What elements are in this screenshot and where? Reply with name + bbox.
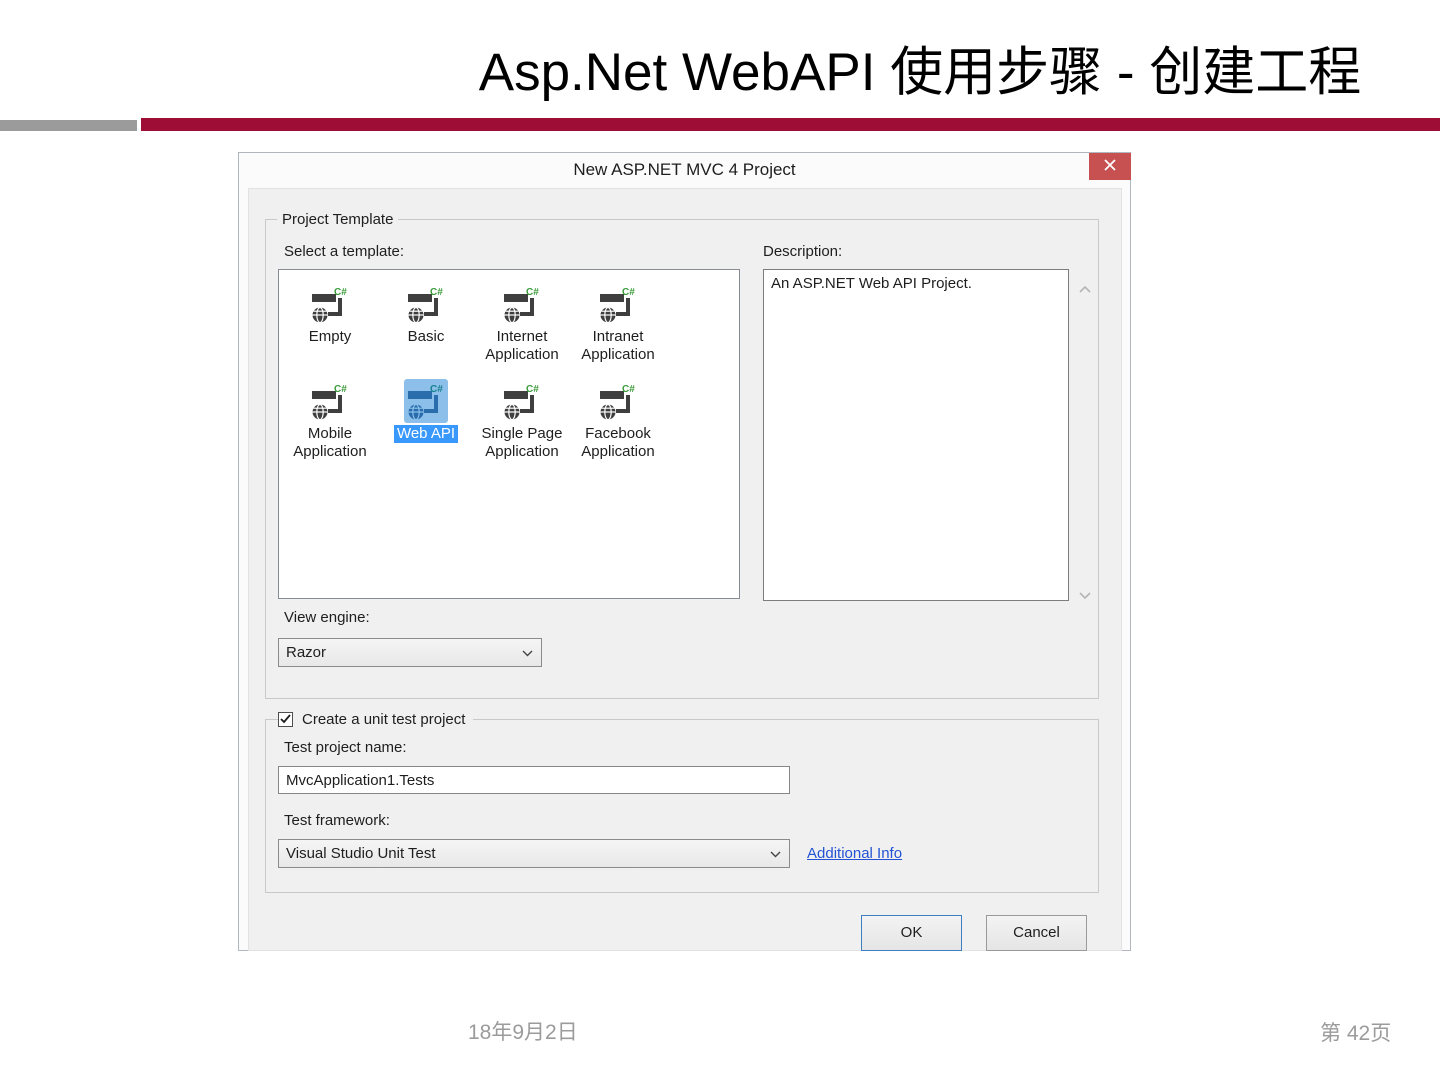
- template-label: Intranet Application: [581, 328, 655, 363]
- create-unit-test-label: Create a unit test project: [302, 710, 466, 728]
- cancel-button[interactable]: Cancel: [986, 915, 1087, 951]
- view-engine-value: Razor: [286, 644, 327, 661]
- csharp-web-project-icon: C#: [404, 282, 448, 326]
- chevron-down-icon: [770, 845, 781, 862]
- template-label: Facebook Application: [581, 425, 655, 460]
- create-unit-test-row[interactable]: Create a unit test project: [278, 710, 474, 728]
- template-label: Empty: [308, 328, 352, 345]
- test-framework-label: Test framework:: [284, 812, 390, 829]
- svg-text:C#: C#: [430, 384, 443, 395]
- csharp-web-project-icon: C#: [404, 379, 448, 423]
- footer-date: 18年9月2日: [468, 1021, 578, 1044]
- checkmark-icon: [280, 711, 291, 728]
- description-box: An ASP.NET Web API Project.: [763, 269, 1069, 601]
- test-framework-value: Visual Studio Unit Test: [286, 845, 436, 862]
- test-framework-dropdown[interactable]: Visual Studio Unit Test: [278, 839, 790, 868]
- svg-text:C#: C#: [430, 287, 443, 298]
- csharp-web-project-icon: C#: [596, 379, 640, 423]
- page-title: Asp.Net WebAPI 使用步骤 - 创建工程: [478, 43, 1362, 102]
- project-template-legend: Project Template: [277, 210, 399, 229]
- ok-button[interactable]: OK: [861, 915, 962, 951]
- create-unit-test-checkbox[interactable]: [278, 711, 293, 728]
- dialog-title: New ASP.NET MVC 4 Project: [573, 160, 796, 179]
- chevron-down-icon: [522, 644, 533, 661]
- csharp-web-project-icon: C#: [500, 282, 544, 326]
- svg-text:C#: C#: [622, 384, 635, 395]
- scroll-down-icon[interactable]: [1078, 587, 1094, 600]
- select-template-label: Select a template:: [284, 243, 405, 260]
- template-item-web-api[interactable]: C# Web API: [378, 379, 474, 467]
- csharp-web-project-icon: C#: [596, 282, 640, 326]
- svg-text:C#: C#: [622, 287, 635, 298]
- template-label: Single Page Application: [481, 425, 563, 460]
- template-label: Internet Application: [485, 328, 559, 363]
- template-label: Basic: [407, 328, 445, 345]
- template-item-empty[interactable]: C# Empty: [282, 282, 378, 370]
- svg-text:C#: C#: [334, 384, 347, 395]
- template-item-mobile-application[interactable]: C# Mobile Application: [282, 379, 378, 467]
- csharp-web-project-icon: C#: [500, 379, 544, 423]
- footer-page-number: 第 42页: [1320, 1022, 1392, 1045]
- description-text: An ASP.NET Web API Project.: [771, 275, 972, 292]
- template-item-facebook-application[interactable]: C# Facebook Application: [570, 379, 666, 467]
- svg-text:C#: C#: [526, 384, 539, 395]
- svg-text:C#: C#: [334, 287, 347, 298]
- template-list[interactable]: C# Empty C# Basic C# Internet Applicatio…: [278, 269, 740, 599]
- template-item-intranet-application[interactable]: C# Intranet Application: [570, 282, 666, 370]
- template-item-single-page-application[interactable]: C# Single Page Application: [474, 379, 570, 467]
- template-label: Mobile Application: [293, 425, 367, 460]
- test-project-name-label: Test project name:: [284, 739, 407, 756]
- scroll-up-icon[interactable]: [1078, 281, 1094, 293]
- template-item-internet-application[interactable]: C# Internet Application: [474, 282, 570, 370]
- csharp-web-project-icon: C#: [308, 379, 352, 423]
- view-engine-label: View engine:: [284, 609, 370, 626]
- close-icon: [1104, 158, 1116, 175]
- new-project-dialog: New ASP.NET MVC 4 Project Project Templa…: [238, 152, 1131, 951]
- template-item-basic[interactable]: C# Basic: [378, 282, 474, 370]
- title-divider-gray: [0, 120, 137, 131]
- close-button[interactable]: [1089, 153, 1131, 180]
- template-label: Web API: [393, 425, 459, 443]
- view-engine-dropdown[interactable]: Razor: [278, 638, 542, 667]
- description-label: Description:: [763, 243, 843, 260]
- title-divider-red: [141, 118, 1440, 131]
- additional-info-link[interactable]: Additional Info: [807, 845, 902, 862]
- svg-text:C#: C#: [526, 287, 539, 298]
- csharp-web-project-icon: C#: [308, 282, 352, 326]
- test-project-name-input[interactable]: [278, 766, 790, 794]
